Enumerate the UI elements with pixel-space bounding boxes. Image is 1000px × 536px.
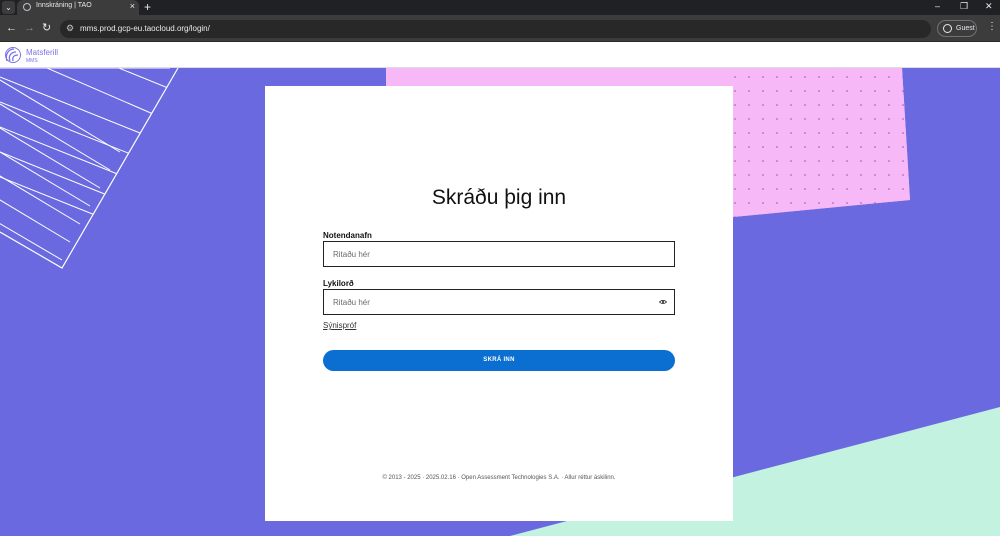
tab-title: Innskráning | TAO [36, 2, 92, 9]
url-text[interactable]: mms.prod.gcp-eu.taocloud.org/login/ [80, 24, 210, 33]
close-window-button[interactable]: ✕ [985, 1, 993, 12]
page-title: Skráðu þig inn [431, 186, 567, 209]
globe-icon [23, 3, 31, 11]
browser-tab[interactable]: Innskráning | TAO × [17, 0, 139, 15]
profile-label: Guest [956, 25, 975, 32]
user-icon [943, 24, 952, 33]
browser-tab-bar: ⌄ Innskráning | TAO × + – ❐ ✕ [0, 0, 1000, 15]
address-bar[interactable]: ⚙ mms.prod.gcp-eu.taocloud.org/login/ [60, 20, 931, 38]
back-arrow-icon[interactable]: ← [6, 22, 17, 34]
username-label: Notendanafn [323, 231, 372, 240]
password-field-wrapper [323, 289, 675, 315]
reload-icon[interactable]: ↻ [42, 22, 51, 34]
tab-close-icon[interactable]: × [130, 1, 135, 11]
username-field-wrapper [323, 241, 675, 267]
site-info-icon[interactable]: ⚙ [66, 23, 74, 34]
minimize-button[interactable]: – [935, 1, 940, 11]
footer-copyright: © 2013 - 2025 · 2025.02.16 · Open Assess… [382, 475, 616, 481]
password-label: Lykilorð [323, 279, 354, 288]
forward-arrow-icon[interactable]: → [24, 22, 35, 34]
maximize-button[interactable]: ❐ [960, 1, 968, 12]
profile-button[interactable]: Guest [937, 20, 977, 37]
logo[interactable]: Matsferill MMS [4, 45, 64, 65]
new-tab-button[interactable]: + [144, 0, 151, 14]
password-input[interactable] [324, 290, 674, 314]
line-grid-decoration [0, 68, 178, 261]
login-card: Skráðu þig inn Notendanafn Lykilorð Sýni… [265, 86, 733, 521]
tab-search-chevron-down-icon[interactable]: ⌄ [2, 1, 15, 14]
username-input[interactable] [324, 242, 674, 266]
site-header: Matsferill MMS [0, 42, 1000, 68]
page-content: Matsferill MMS Skráðu þig inn Notendanaf… [0, 42, 1000, 536]
show-password-eye-icon[interactable] [659, 299, 667, 305]
login-button[interactable]: SKRÁ INN [323, 350, 675, 371]
demo-test-link[interactable]: Sýnispróf [323, 321, 356, 330]
browser-toolbar: ← → ↻ ⚙ mms.prod.gcp-eu.taocloud.org/log… [0, 15, 1000, 42]
logo-subtitle: MMS [26, 58, 38, 64]
matsferill-logo-icon [5, 47, 21, 63]
logo-name: Matsferill [26, 48, 59, 57]
browser-menu-icon[interactable]: ⋮ [987, 21, 997, 32]
